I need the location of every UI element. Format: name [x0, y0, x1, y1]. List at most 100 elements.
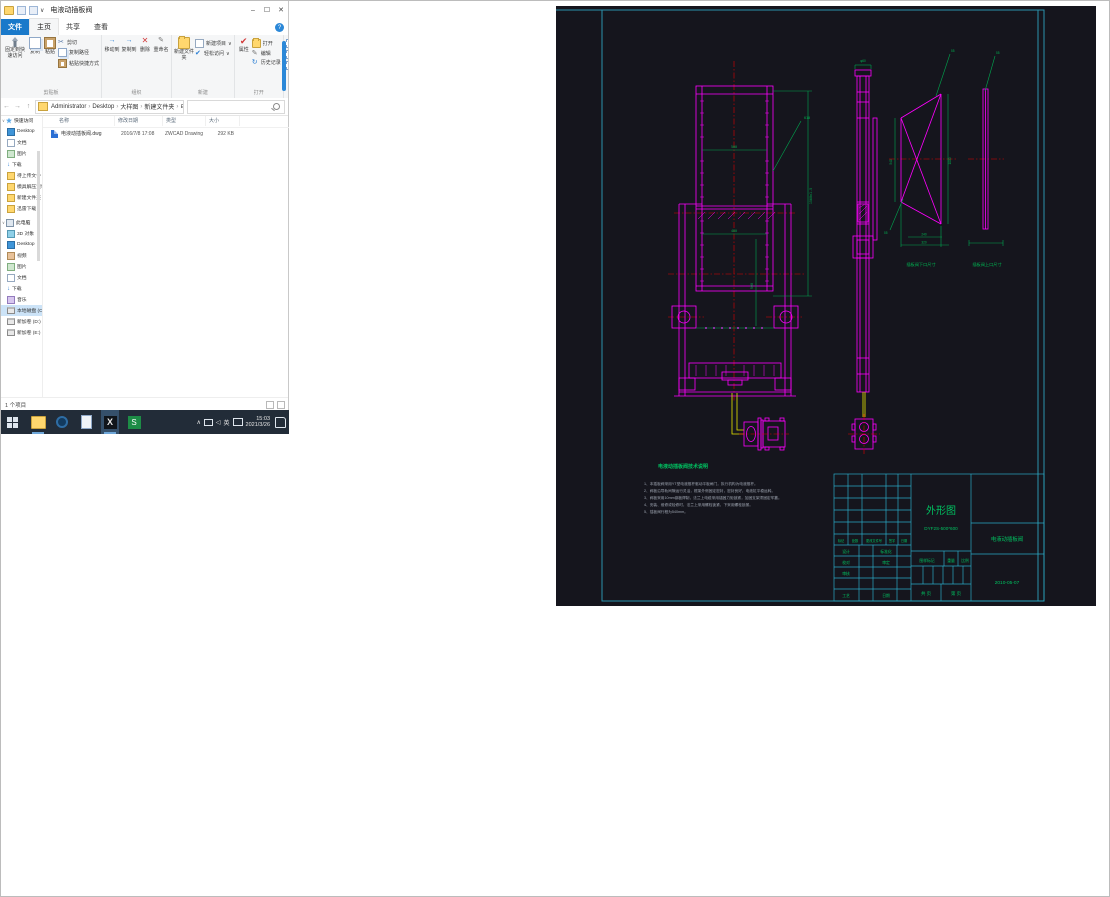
forward-icon[interactable]: → [12, 103, 23, 110]
tab-file[interactable]: 文件 [1, 19, 29, 35]
sidebar-item-desktop[interactable]: Desktop [1, 239, 42, 250]
thumbnails-view-icon[interactable] [277, 401, 285, 409]
zwcad-icon: X [104, 416, 117, 429]
folder-icon [38, 102, 48, 111]
select-none-button[interactable]: 全部取消 [286, 50, 288, 59]
sidebar-item-folder[interactable]: 模具解压资料 [1, 181, 42, 192]
speaker-icon[interactable]: ◁ [216, 419, 221, 426]
sidebar-item-local-disk-c[interactable]: 本地磁盘 (C:) [1, 305, 42, 316]
breadcrumb-segment[interactable]: Administrator [50, 104, 87, 110]
sidebar-item-3d-objects[interactable]: 3D 对象 [1, 228, 42, 239]
paste-button[interactable]: 粘贴 [43, 37, 57, 56]
search-input[interactable] [187, 100, 285, 114]
taskbar-zwcad[interactable]: X [101, 410, 119, 434]
tb-field: 第 页 [951, 590, 962, 597]
cad-viewport[interactable]: 500 480 1560±1.5 900 δ10 [556, 6, 1096, 606]
chevron-icon: ∨ [2, 118, 6, 123]
help-icon[interactable]: ? [275, 23, 284, 32]
properties-check-icon: ✔ [239, 37, 249, 47]
ribbon-scrollbar[interactable] [282, 41, 286, 91]
tab-home[interactable]: 主页 [29, 18, 59, 35]
taskbar-file-explorer[interactable] [29, 410, 47, 434]
taskbar-clock[interactable]: 15:03 2021/3/26 [246, 416, 270, 429]
explorer-titlebar: ∨ 电液动插板阀 – ☐ ✕ [1, 1, 288, 19]
tab-view[interactable]: 查看 [87, 19, 115, 35]
keyboard-icon[interactable] [233, 418, 243, 426]
quick-access-toolbar-icon[interactable] [17, 6, 26, 15]
invert-selection-button[interactable]: 反向选择 [286, 61, 288, 70]
breadcrumb-segment[interactable]: 电液动插板阀 [179, 102, 184, 111]
tab-share[interactable]: 共享 [59, 19, 87, 35]
sidebar-scrollbar[interactable] [37, 151, 40, 261]
taskbar: X S ∧ ◁ 英 15:03 2021/3/26 [1, 410, 289, 434]
sidebar-item-desktop[interactable]: Desktop [1, 126, 42, 137]
tray-monitor-icon[interactable] [204, 419, 213, 426]
file-row[interactable]: 电液动插板阀.dwg 2016/7/8 17:08 ZWCAD Drawing … [43, 128, 289, 139]
sidebar-item-folder[interactable]: 迅雷下载 [1, 203, 42, 214]
sidebar-item-pictures[interactable]: 图片 [1, 261, 42, 272]
taskbar-green-app[interactable]: S [125, 410, 143, 434]
sidebar-item-volume-e[interactable]: 新加卷 (E:) [1, 327, 42, 338]
sidebar-item-volume-d[interactable]: 新加卷 (D:) [1, 316, 42, 327]
breadcrumb-segment[interactable]: 新建文件夹 [143, 102, 175, 111]
product-name: 电液动插板阀 [991, 535, 1023, 543]
open-button[interactable]: 打开 [252, 39, 281, 48]
ime-indicator[interactable]: 英 [224, 418, 230, 427]
maximize-button[interactable]: ☐ [260, 3, 274, 17]
sidebar-item-pictures[interactable]: 图片 [1, 148, 42, 159]
sidebar-item-this-pc[interactable]: ∨此电脑 [1, 217, 42, 228]
breadcrumb[interactable]: Administrator › Desktop › 大样图 › 新建文件夹 › … [35, 100, 184, 114]
move-to-button[interactable]: → 移动到 [104, 37, 120, 54]
quick-access-dropdown-icon[interactable]: ∨ [40, 7, 44, 14]
back-icon[interactable]: ← [1, 103, 12, 110]
sidebar-item-folder[interactable]: 待上传文件 [1, 170, 42, 181]
sidebar-item-downloads[interactable]: ↓下载 [1, 159, 42, 170]
notification-center-icon[interactable] [275, 417, 286, 428]
delete-button[interactable]: ✕ 删除 [138, 37, 152, 54]
system-tray: ∧ ◁ 英 15:03 2021/3/26 [196, 416, 289, 429]
drawing-title: 外形图 [926, 505, 956, 517]
ribbon-group-open: ✔ 属性 打开 ✎ 编辑 ↻ 历 [235, 35, 284, 98]
history-button[interactable]: ↻ 历史记录 [252, 59, 281, 66]
copy-button[interactable]: 复制 [28, 37, 42, 56]
sidebar-item-documents[interactable]: 文档 [1, 272, 42, 283]
sidebar-item-music[interactable]: 音乐 [1, 294, 42, 305]
file-name: 电液动插板阀.dwg [61, 130, 121, 137]
properties-button[interactable]: ✔ 属性 [237, 37, 251, 54]
minimize-button[interactable]: – [246, 3, 260, 17]
cut-button[interactable]: ✂ 剪切 [58, 39, 99, 46]
tb-field: 设计 [842, 549, 850, 554]
column-date[interactable]: 修改日期 [115, 116, 163, 126]
copy-path-button[interactable]: 复制路径 [58, 48, 99, 57]
select-all-button[interactable]: 全部选择 [286, 39, 288, 48]
sidebar-item-folder[interactable]: 新建文件夹 [1, 192, 42, 203]
column-name[interactable]: 名称 [43, 116, 115, 126]
edit-button[interactable]: ✎ 编辑 [252, 50, 281, 57]
easy-access-button[interactable]: ✔ 轻松访问 ∨ [195, 50, 232, 57]
new-item-button[interactable]: 新建项目 ∨ [195, 39, 232, 48]
copy-to-button[interactable]: → 复制到 [121, 37, 137, 54]
paste-shortcut-button[interactable]: 粘贴快捷方式 [58, 59, 99, 68]
sidebar-item-documents[interactable]: 文档 [1, 137, 42, 148]
column-type[interactable]: 类型 [163, 116, 206, 126]
taskbar-document-app[interactable] [77, 410, 95, 434]
tb-field: 重量 [947, 558, 955, 563]
column-size[interactable]: 大小 [206, 116, 240, 126]
taskbar-browser[interactable] [53, 410, 71, 434]
details-view-icon[interactable] [266, 401, 274, 409]
pin-to-quick-access-button[interactable]: 固定到快速访问 [3, 37, 27, 59]
breadcrumb-segment[interactable]: Desktop [91, 104, 115, 110]
new-folder-button[interactable]: 新建文件夹 [174, 37, 194, 61]
rename-button[interactable]: ✎ 重命名 [153, 37, 169, 54]
sidebar-item-quick-access[interactable]: ∨快速访问 [1, 115, 42, 126]
close-button[interactable]: ✕ [274, 3, 288, 17]
start-button[interactable] [1, 410, 23, 434]
tray-chevron-icon[interactable]: ∧ [196, 419, 200, 426]
breadcrumb-segment[interactable]: 大样图 [119, 102, 139, 111]
sidebar-item-downloads[interactable]: ↓下载 [1, 283, 42, 294]
folder-icon [31, 416, 46, 429]
folder-icon [7, 183, 15, 191]
quick-access-toolbar-icon[interactable] [29, 6, 38, 15]
up-icon[interactable]: ↑ [23, 103, 34, 110]
sidebar-item-videos[interactable]: 视频 [1, 250, 42, 261]
